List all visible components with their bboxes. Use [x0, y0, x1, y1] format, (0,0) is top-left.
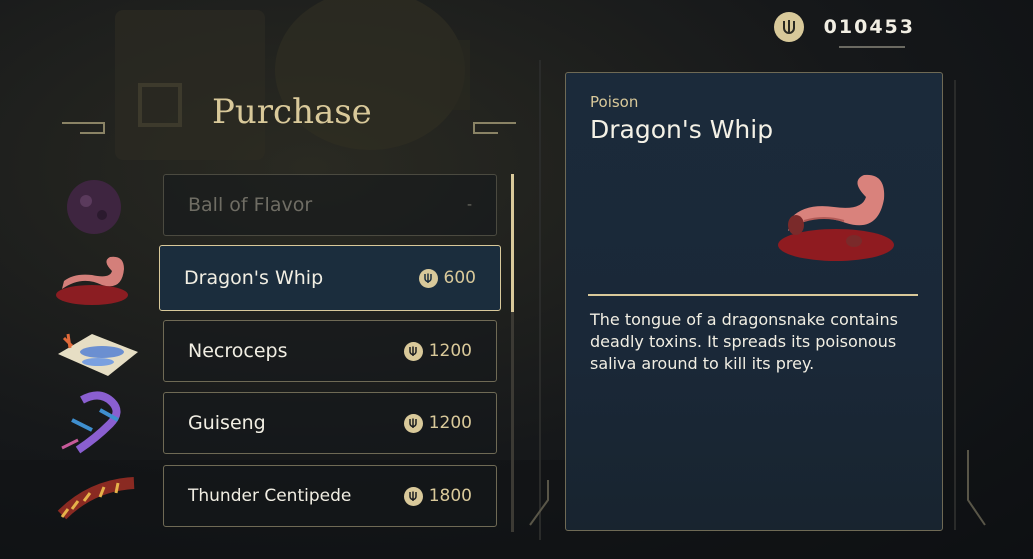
- detail-divider: [588, 294, 918, 296]
- item-name: Necroceps: [188, 340, 288, 362]
- item-detail-name: Dragon's Whip: [590, 115, 774, 144]
- shop-item-ball-of-flavor[interactable]: Ball of Flavor -: [163, 174, 497, 236]
- item-price-group: 1200: [403, 341, 472, 361]
- balance-underline: [839, 46, 905, 48]
- item-price: 600: [443, 268, 476, 288]
- ball-of-flavor-icon: [67, 180, 121, 234]
- scrollbar-thumb[interactable]: [511, 174, 514, 312]
- title-ornament-right: [473, 122, 516, 134]
- coin-icon: [418, 268, 438, 288]
- item-price: 1800: [428, 486, 472, 506]
- coin-icon: [773, 12, 804, 42]
- shop-item-dragons-whip[interactable]: Dragon's Whip 600: [159, 245, 501, 311]
- currency-display: 010453: [773, 12, 915, 42]
- coin-icon: [403, 413, 423, 433]
- item-price-group: 600: [418, 268, 476, 288]
- balance-value: 010453: [823, 16, 915, 38]
- item-category: Poison: [590, 93, 639, 111]
- coin-icon: [403, 341, 423, 361]
- item-detail-panel: Poison Dragon's Whip The tongue of a dra…: [565, 72, 943, 531]
- coin-icon: [403, 486, 423, 506]
- page-title: Purchase: [212, 92, 372, 132]
- title-ornament-left: [62, 122, 105, 134]
- item-name: Ball of Flavor: [188, 194, 313, 216]
- item-price: -: [466, 197, 472, 213]
- necroceps-icon: [58, 333, 138, 376]
- item-name: Guiseng: [188, 412, 266, 434]
- item-price-group: 1800: [403, 486, 472, 506]
- item-name: Thunder Centipede: [188, 486, 352, 506]
- dragons-whip-image: [778, 174, 894, 261]
- dragons-whip-icon: [56, 256, 128, 305]
- item-price-group: 1200: [403, 413, 472, 433]
- thunder-centipede-icon: [57, 477, 135, 520]
- item-price: 1200: [428, 341, 472, 361]
- shop-item-guiseng[interactable]: Guiseng 1200: [163, 392, 497, 454]
- shop-item-thunder-centipede[interactable]: Thunder Centipede 1800: [163, 465, 497, 527]
- item-price: 1200: [428, 413, 472, 433]
- item-name: Dragon's Whip: [184, 267, 324, 289]
- item-description: The tongue of a dragonsnake contains dea…: [590, 310, 898, 373]
- guiseng-icon: [61, 391, 121, 454]
- shop-item-necroceps[interactable]: Necroceps 1200: [163, 320, 497, 382]
